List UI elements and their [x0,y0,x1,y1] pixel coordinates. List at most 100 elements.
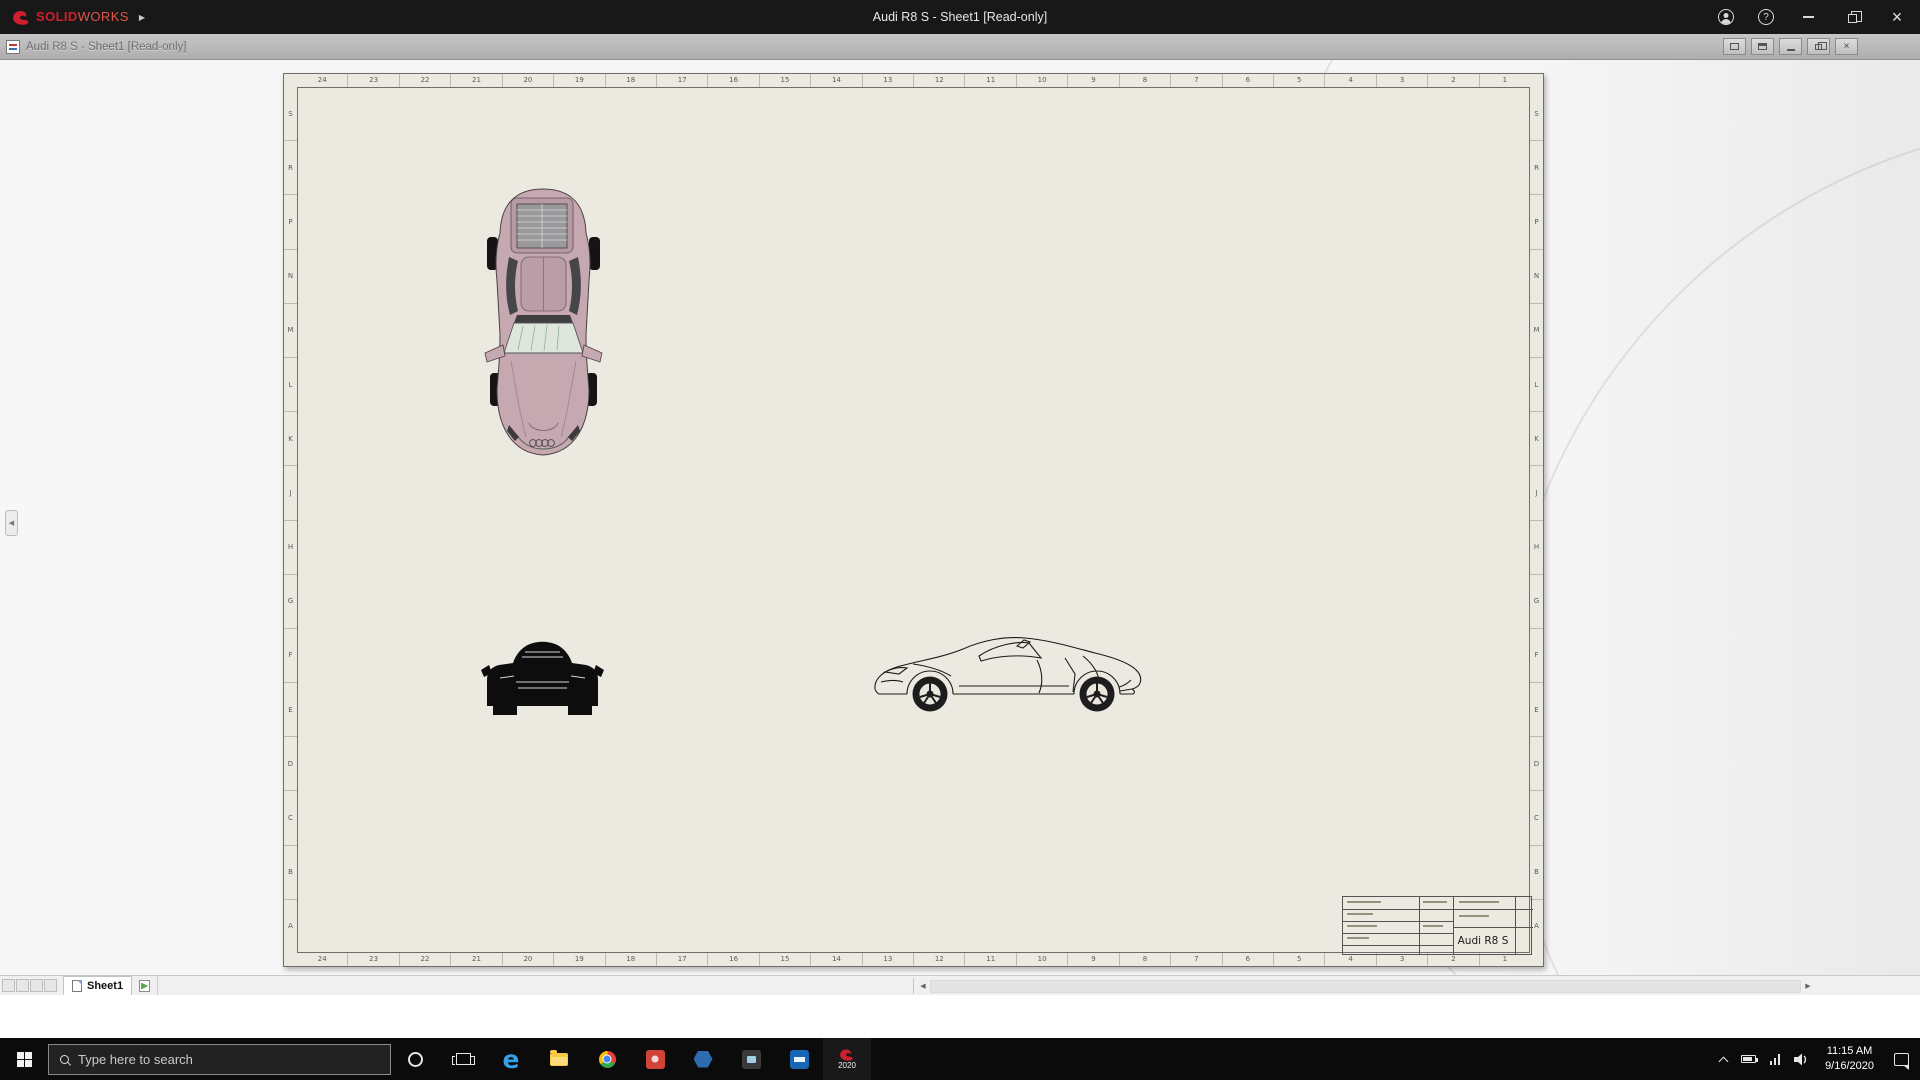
zone-label: N [1530,250,1543,304]
taskbar-app-hexagon[interactable] [679,1038,727,1080]
zone-label: 11 [965,74,1016,87]
zone-label: 3 [1377,74,1428,87]
sheet-nav-prev-button[interactable] [16,979,29,992]
zone-label: E [1530,683,1543,737]
scroll-right-arrow[interactable]: ▶ [1801,979,1815,993]
cortana-button[interactable] [391,1038,439,1080]
title-block[interactable]: Audi R8 S [1342,896,1532,955]
start-button[interactable] [0,1038,48,1080]
sheet-nav-next-button[interactable] [30,979,43,992]
restore-button[interactable] [1830,0,1874,34]
tray-battery-button[interactable] [1734,1038,1763,1080]
help-button[interactable]: ? [1746,0,1786,34]
child-cascade-button[interactable] [1751,38,1774,55]
minimize-button[interactable] [1786,0,1830,34]
edge-icon: e [503,1047,520,1072]
volume-icon [1794,1053,1809,1066]
red-app-icon [646,1050,665,1069]
drawing-view-top[interactable] [481,185,606,459]
scroll-left-arrow[interactable]: ◀ [916,979,930,993]
zone-label: 24 [297,74,348,87]
sheet-tab-sheet1[interactable]: Sheet1 [63,976,132,995]
title-block-text-placeholder [1347,901,1381,903]
tray-volume-button[interactable] [1787,1038,1816,1080]
zone-label: 16 [708,74,759,87]
taskbar-app-red[interactable] [631,1038,679,1080]
drawing-document-icon [6,40,20,54]
chrome-icon [599,1051,616,1068]
taskbar-clock[interactable]: 11:15 AM 9/16/2020 [1816,1038,1883,1080]
windows-taskbar: Type here to search e 2020 11:15 AM 9/16… [0,1038,1920,1080]
zone-label: G [284,575,297,629]
account-button[interactable] [1706,0,1746,34]
title-block-line [1515,897,1516,954]
sheet-nav-last-button[interactable] [44,979,57,992]
zone-label: C [284,791,297,845]
car-front-view-graphic [480,634,605,717]
file-explorer-icon [550,1053,568,1066]
tray-expand-button[interactable] [1713,1038,1734,1080]
taskbar-app-chrome[interactable] [583,1038,631,1080]
search-icon [58,1053,71,1066]
taskbar-app-dark[interactable] [727,1038,775,1080]
task-view-button[interactable] [439,1038,487,1080]
drawing-sheet[interactable]: 242322212019181716151413121110987654321 … [283,73,1544,967]
add-sheet-icon [139,980,150,992]
menu-expand-arrow-icon[interactable]: ▶ [139,13,145,22]
taskbar-app-edge[interactable]: e [487,1038,535,1080]
zone-label: F [284,629,297,683]
zone-label: 9 [1068,953,1119,966]
zone-label: 20 [503,74,554,87]
title-block-text-placeholder [1459,901,1499,903]
minimize-icon [1803,16,1814,18]
zone-label: 18 [606,74,657,87]
child-minimize-button[interactable] [1779,38,1802,55]
zone-label: M [284,304,297,358]
zone-label: 1 [1480,74,1530,87]
taskbar-app-solidworks[interactable]: 2020 [823,1038,871,1080]
zone-label: B [1530,846,1543,900]
drawing-view-front[interactable] [480,634,605,717]
scrollbar-thumb[interactable] [931,981,1800,992]
sheet-tab-bar: Sheet1 ◀ ▶ [0,975,1920,995]
sheet-tab-label: Sheet1 [87,980,123,992]
clock-time: 11:15 AM [1827,1044,1873,1059]
solidworks-brand: SOLIDWORKS ▶ [0,0,155,34]
zone-label: 6 [1223,74,1274,87]
drawing-view-side[interactable] [869,630,1147,717]
battery-icon [1741,1055,1756,1063]
zone-label: H [284,521,297,575]
sheet-nav-first-button[interactable] [2,979,15,992]
graphics-viewport[interactable]: ◀ 24232221201918171615141312111098765432… [0,60,1920,975]
zone-label: R [1530,141,1543,195]
taskbar-app-blue[interactable] [775,1038,823,1080]
child-tile-button[interactable] [1723,38,1746,55]
add-sheet-button[interactable] [132,976,158,995]
start-icon [17,1052,32,1067]
solidworks-icon [838,1048,856,1061]
tray-network-button[interactable] [1763,1038,1788,1080]
background-swoosh [1490,60,1920,975]
zone-label: M [1530,304,1543,358]
child-close-icon: × [1844,42,1850,52]
zone-label: 12 [914,953,965,966]
zone-label: 8 [1120,953,1171,966]
action-center-button[interactable] [1883,1038,1920,1080]
scrollbar-track[interactable] [930,980,1801,993]
horizontal-scrollbar[interactable]: ◀ ▶ [913,978,1815,994]
child-window-title: Audi R8 S - Sheet1 [Read-only] [26,41,186,53]
zone-label: 8 [1120,74,1171,87]
account-icon [1718,9,1734,25]
zone-label: L [1530,358,1543,412]
child-close-button[interactable]: × [1835,38,1858,55]
title-block-text-placeholder [1347,913,1373,915]
taskbar-search-input[interactable]: Type here to search [48,1044,391,1075]
zone-label: A [284,900,297,953]
zone-label: K [284,412,297,466]
child-restore-icon [1815,44,1822,50]
zone-label: 17 [657,74,708,87]
taskbar-app-file-explorer[interactable] [535,1038,583,1080]
child-restore-button[interactable] [1807,38,1830,55]
close-button[interactable]: × [1874,0,1920,34]
panel-flyout-arrow[interactable]: ◀ [5,510,18,536]
